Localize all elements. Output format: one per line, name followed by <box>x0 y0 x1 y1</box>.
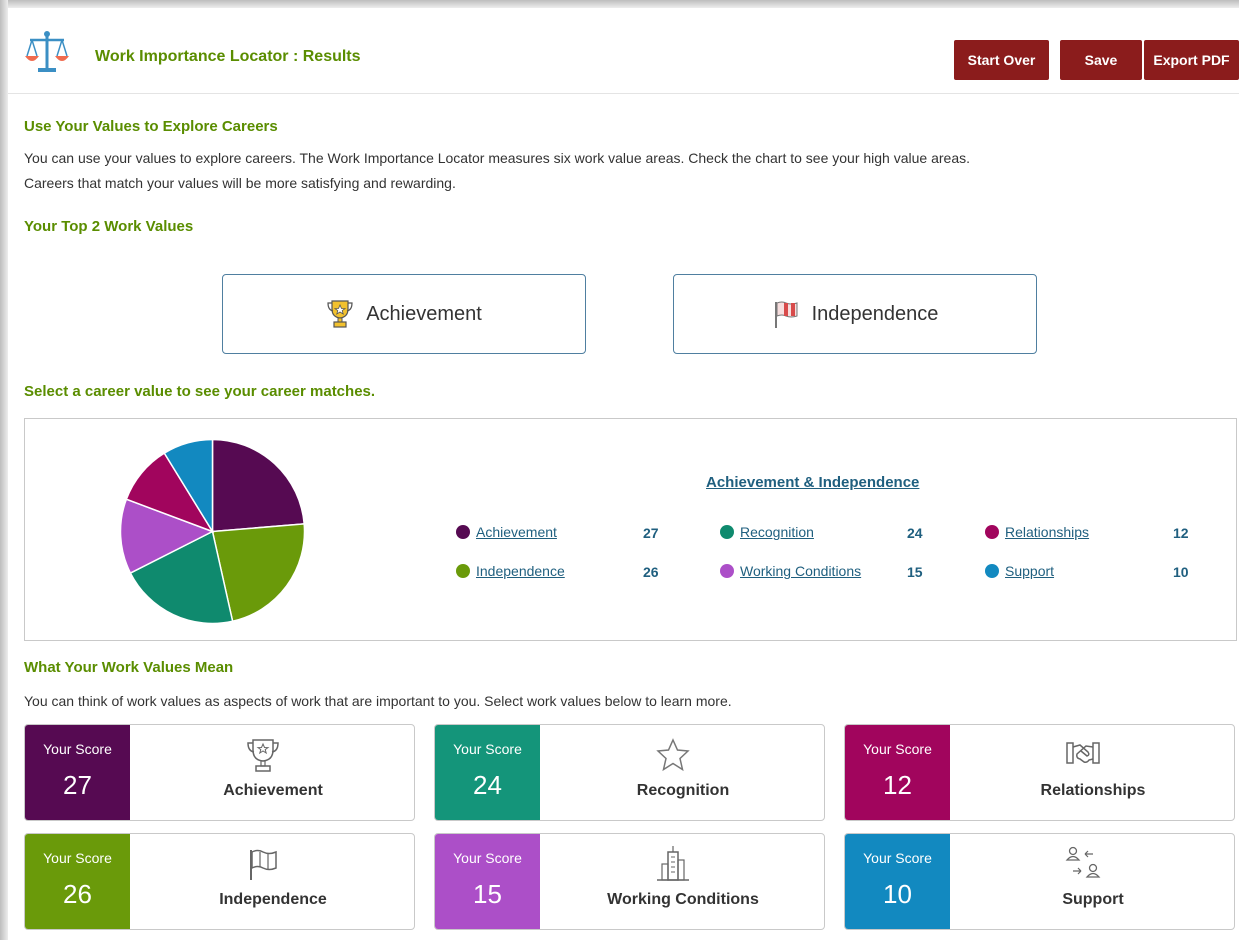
score-value: 10 <box>883 879 912 909</box>
legend-swatch <box>456 564 470 578</box>
legend-value: 15 <box>907 564 923 580</box>
legend-swatch <box>720 525 734 539</box>
app-title: Work Importance Locator : Results <box>95 48 361 65</box>
legend-label[interactable]: Relationships <box>1005 524 1089 540</box>
explore-text-line1: You can use your values to explore caree… <box>24 150 971 166</box>
pie-slice-achievement[interactable] <box>211 439 305 533</box>
score-card-recognition[interactable]: Your Score 24 Recognition <box>434 724 825 821</box>
save-button[interactable]: Save <box>1060 40 1142 80</box>
score-label: Your Score <box>43 741 112 757</box>
people-exchange-icon <box>1065 846 1101 878</box>
scales-icon <box>25 31 69 72</box>
legend-item-support[interactable]: Support <box>985 563 1054 579</box>
score-card-title: Recognition <box>636 782 730 799</box>
values-pie-chart <box>119 439 306 624</box>
explore-heading: Use Your Values to Explore Careers <box>24 118 278 135</box>
score-label: Your Score <box>453 741 522 757</box>
score-card-support[interactable]: Your Score 10 Support <box>844 833 1235 930</box>
legend-swatch <box>720 564 734 578</box>
legend-item-relationships[interactable]: Relationships <box>985 524 1089 540</box>
explore-text-line2: Careers that match your values will be m… <box>24 175 456 191</box>
score-value: 15 <box>473 879 502 909</box>
score-box: Your Score 15 <box>435 834 540 929</box>
legend-value: 24 <box>907 525 923 541</box>
score-card-title: Achievement <box>223 782 323 799</box>
star-icon <box>656 738 690 772</box>
score-card-title: Working Conditions <box>607 891 759 908</box>
top-value-label: Independence <box>811 302 939 325</box>
legend-value: 12 <box>1173 525 1189 541</box>
top-values-heading: Your Top 2 Work Values <box>24 218 194 235</box>
legend-swatch <box>985 564 999 578</box>
score-card-independence[interactable]: Your Score 26 Independence <box>24 833 415 930</box>
legend-item-recognition[interactable]: Recognition <box>720 524 814 540</box>
legend-label[interactable]: Working Conditions <box>740 563 861 579</box>
select-prompt: Select a career value to see your career… <box>24 383 376 400</box>
legend-item-achievement[interactable]: Achievement <box>456 524 557 540</box>
flag-icon <box>774 301 798 328</box>
score-value: 27 <box>63 770 92 800</box>
score-label: Your Score <box>453 850 522 866</box>
legend-label[interactable]: Support <box>1005 563 1054 579</box>
achievement-independence-link[interactable]: Achievement & Independence <box>706 474 919 491</box>
score-card-title: Support <box>1062 891 1124 908</box>
legend-label[interactable]: Achievement <box>476 524 557 540</box>
legend-value: 10 <box>1173 564 1189 580</box>
legend-item-independence[interactable]: Independence <box>456 563 565 579</box>
values-chart-panel: Achievement & Independence Achievement 2… <box>24 418 1237 641</box>
score-box: Your Score 26 <box>25 834 130 929</box>
export-pdf-button[interactable]: Export PDF <box>1144 40 1239 80</box>
legend-value: 26 <box>643 564 659 580</box>
window-frame-left <box>0 0 8 940</box>
legend-value: 27 <box>643 525 659 541</box>
score-box: Your Score 12 <box>845 725 950 820</box>
legend-label[interactable]: Recognition <box>740 524 814 540</box>
score-value: 12 <box>883 770 912 800</box>
legend-label[interactable]: Independence <box>476 563 565 579</box>
meaning-text: You can think of work values as aspects … <box>24 693 732 709</box>
score-label: Your Score <box>43 850 112 866</box>
legend-item-working-conditions[interactable]: Working Conditions <box>720 563 861 579</box>
legend-swatch <box>456 525 470 539</box>
score-card-working-conditions[interactable]: Your Score 15 Working Conditions <box>434 833 825 930</box>
score-card-title: Independence <box>219 891 327 908</box>
start-over-button[interactable]: Start Over <box>954 40 1049 80</box>
meaning-heading: What Your Work Values Mean <box>24 659 234 676</box>
score-box: Your Score 27 <box>25 725 130 820</box>
flag-icon <box>250 849 277 880</box>
score-value: 24 <box>473 770 502 800</box>
score-box: Your Score 10 <box>845 834 950 929</box>
trophy-icon <box>247 739 279 772</box>
score-card-achievement[interactable]: Your Score 27 Achievement <box>24 724 415 821</box>
score-label: Your Score <box>863 850 932 866</box>
score-card-relationships[interactable]: Your Score 12 Relationships <box>844 724 1235 821</box>
top-value-independence-button[interactable]: Independence <box>673 274 1037 354</box>
top-value-achievement-button[interactable]: Achievement <box>222 274 586 354</box>
legend-swatch <box>985 525 999 539</box>
header: Work Importance Locator : Results Start … <box>8 8 1239 94</box>
score-box: Your Score 24 <box>435 725 540 820</box>
top-value-label: Achievement <box>366 302 482 325</box>
score-card-title: Relationships <box>1040 782 1146 799</box>
score-value: 26 <box>63 879 92 909</box>
building-icon <box>657 846 689 881</box>
trophy-icon <box>327 300 353 328</box>
score-label: Your Score <box>863 741 932 757</box>
handshake-icon <box>1066 742 1100 764</box>
window-frame-top <box>0 0 1239 8</box>
